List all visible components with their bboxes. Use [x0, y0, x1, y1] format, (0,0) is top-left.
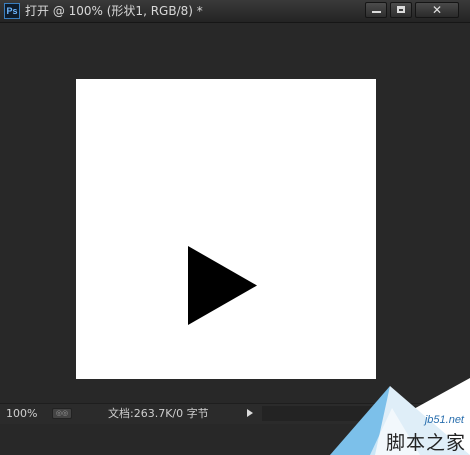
photoshop-app-icon: Ps: [4, 3, 20, 19]
watermark-url: jb51.net: [424, 414, 464, 426]
play-arrow-icon[interactable]: [247, 409, 253, 417]
document-title-bar: Ps 打开 @ 100% (形状1, RGB/8) * ✕: [0, 0, 470, 23]
close-button[interactable]: ✕: [415, 2, 459, 18]
play-triangle-shape[interactable]: [188, 246, 257, 325]
document-tab-title[interactable]: 打开 @ 100% (形状1, RGB/8) *: [25, 3, 203, 19]
minimize-icon: [372, 11, 381, 13]
watermark-text: 脚本之家: [385, 432, 466, 454]
document-canvas[interactable]: [76, 79, 376, 379]
document-info: 文档:263.7K/0 字节: [108, 407, 209, 420]
zoom-toggle-icon[interactable]: ◎◎: [52, 408, 72, 419]
minimize-button[interactable]: [365, 2, 387, 18]
maximize-button[interactable]: [390, 2, 412, 18]
close-icon: ✕: [431, 3, 443, 17]
maximize-icon: [397, 6, 405, 13]
zoom-level[interactable]: 100%: [6, 406, 37, 422]
